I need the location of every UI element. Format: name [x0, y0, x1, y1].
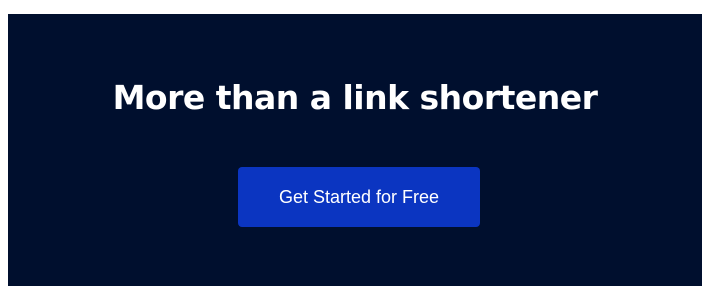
hero-section: More than a link shortener Get Started f… [8, 14, 702, 286]
get-started-button[interactable]: Get Started for Free [238, 167, 480, 227]
hero-headline: More than a link shortener [112, 78, 598, 117]
